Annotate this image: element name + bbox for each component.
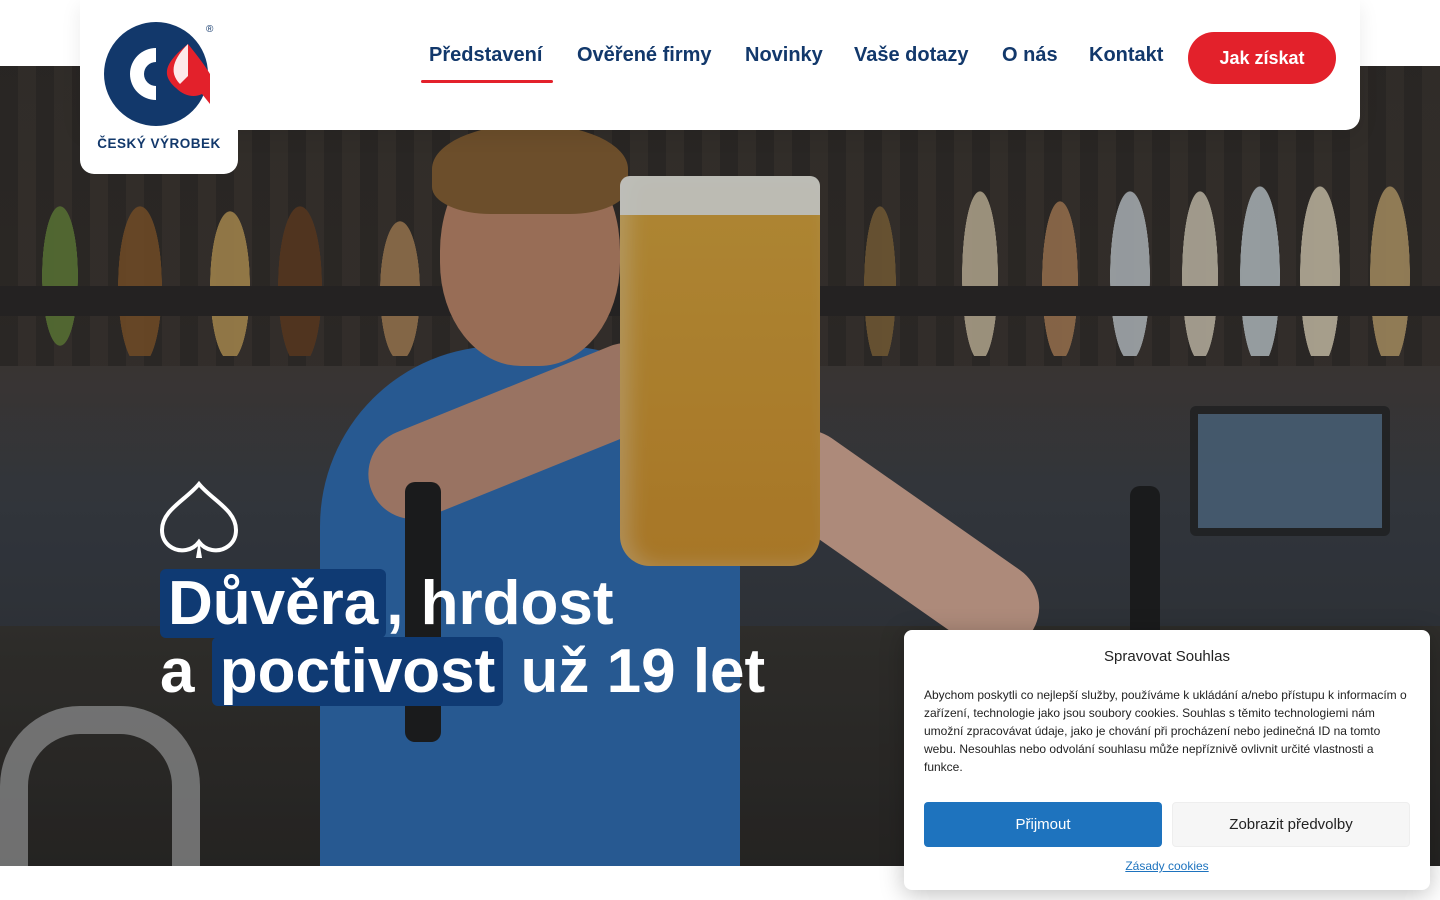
registered-mark: ®	[206, 24, 214, 35]
headline-highlight-poctivost: poctivost	[211, 637, 504, 706]
accept-cookies-button[interactable]: Přijmout	[924, 802, 1162, 847]
cesky-vyrobek-logo-icon[interactable]: ®	[102, 18, 222, 136]
cookie-consent-dialog: Spravovat Souhlas Abychom poskytli co ne…	[904, 630, 1430, 890]
cookie-policy-link[interactable]: Zásady cookies	[904, 859, 1430, 873]
nav-item-novinky[interactable]: Novinky	[745, 44, 823, 67]
headline-line-2: a poctivost už 19 let	[160, 637, 766, 706]
header-bar	[80, 0, 1360, 130]
headline-text: , hrdost	[386, 569, 614, 638]
jak-ziskat-button[interactable]: Jak získat	[1188, 32, 1336, 84]
nav-item-overene-firmy[interactable]: Ověřené firmy	[577, 44, 712, 67]
cookie-title: Spravovat Souhlas	[1104, 648, 1230, 665]
hero-headline: Důvěra, hrdost a poctivost už 19 let	[160, 569, 766, 706]
headline-text: už 19 let	[520, 637, 766, 706]
headline-highlight-duvera: Důvěra	[160, 569, 387, 638]
nav-item-vase-dotazy[interactable]: Vaše dotazy	[854, 44, 969, 67]
cookie-description: Abychom poskytli co nejlepší služby, pou…	[924, 688, 1407, 774]
spade-icon	[159, 480, 239, 558]
nav-item-kontakt[interactable]: Kontakt	[1089, 44, 1163, 67]
nav-item-predstaveni[interactable]: Představení	[429, 44, 542, 67]
headline-line-1: Důvěra, hrdost	[160, 569, 765, 638]
headline-text: a	[160, 637, 195, 706]
view-preferences-button[interactable]: Zobrazit předvolby	[1172, 802, 1410, 847]
nav-active-indicator	[421, 80, 553, 83]
page: ® ČESKÝ VÝROBEK Představení Ověřené firm…	[0, 0, 1440, 900]
logo-text: ČESKÝ VÝROBEK	[97, 136, 221, 151]
nav-item-o-nas[interactable]: O nás	[1002, 44, 1058, 67]
